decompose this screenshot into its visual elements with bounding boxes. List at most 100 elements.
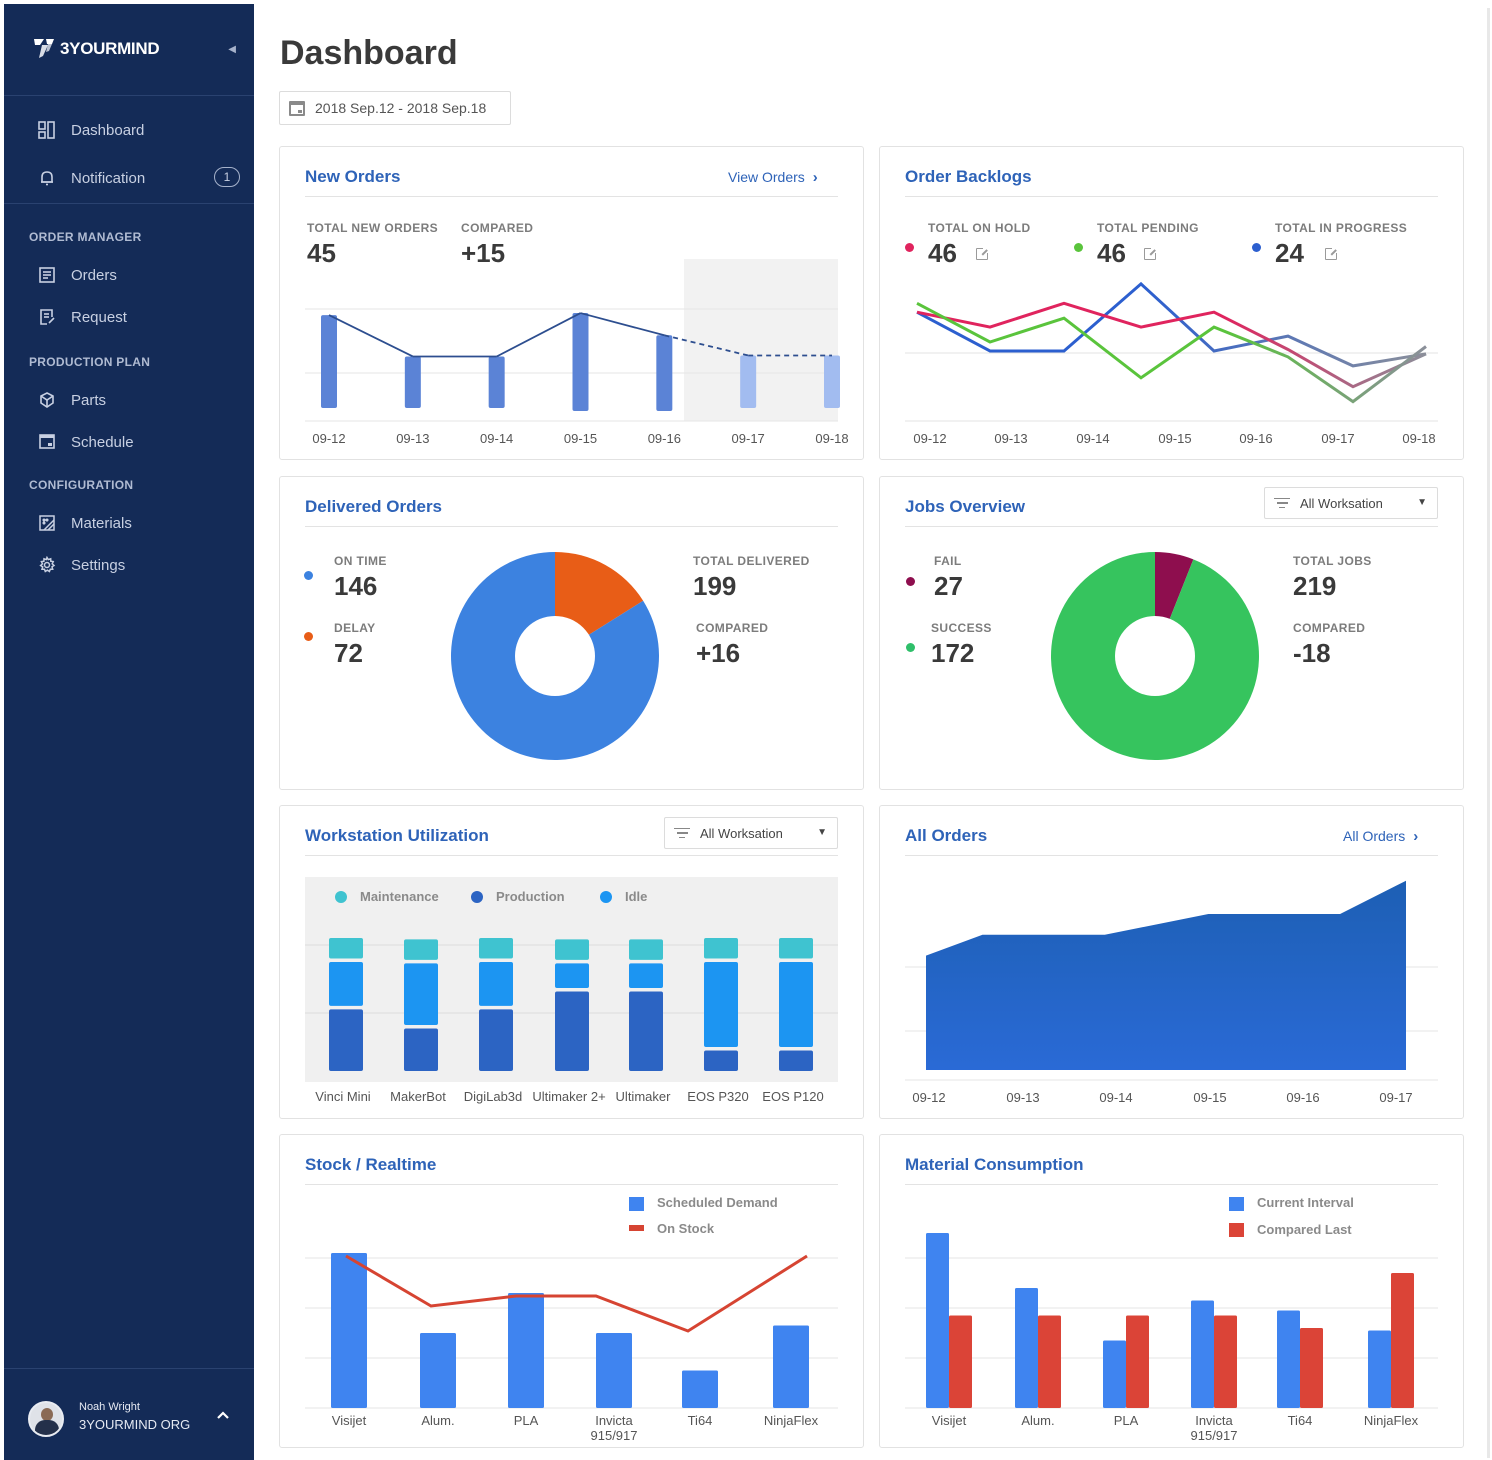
x-tick-label: EOS P120 — [762, 1089, 823, 1104]
x-tick-label: Alum. — [1021, 1413, 1054, 1428]
x-tick-label: 09-12 — [312, 431, 345, 446]
x-tick-label: Visijet — [932, 1413, 967, 1428]
sidebar-item-notification[interactable]: Notification 1 — [38, 166, 240, 190]
bar-current-interval — [1191, 1300, 1214, 1408]
x-tick-label: 09-17 — [732, 431, 765, 446]
sidebar-item-label: Notification — [71, 169, 146, 187]
bar-compared-last — [1391, 1273, 1414, 1408]
bar-compared-last — [1300, 1328, 1323, 1408]
workstation-chart: Maintenance Production Idle Vinci Mini Maker… — [305, 877, 838, 1104]
sidebar-item-request[interactable]: Request — [38, 305, 238, 329]
bar-segment-maintenance — [779, 937, 813, 959]
bell-icon — [38, 169, 56, 187]
bar-segment-production — [555, 991, 589, 1071]
gear-icon — [38, 555, 56, 574]
bar-segment-idle — [329, 962, 363, 1006]
bar-compared-last — [1214, 1315, 1237, 1408]
sidebar-item-label: Materials — [71, 514, 132, 532]
sidebar-item-settings[interactable]: Settings — [38, 553, 238, 577]
x-tick-label: Invicta — [1195, 1413, 1233, 1428]
donut-hole — [515, 616, 595, 696]
bar — [656, 335, 673, 411]
bar-current-interval — [1015, 1288, 1038, 1408]
legend-swatch — [629, 1225, 644, 1231]
card-jobs-overview: Jobs Overview All Worksation ▼ FAIL 27 S… — [879, 476, 1464, 790]
page-scrollbar[interactable] — [1487, 8, 1490, 1458]
x-tick-label: 09-16 — [1239, 431, 1272, 446]
date-range-picker[interactable]: 2018 Sep.12 - 2018 Sep.18 — [279, 91, 511, 125]
bar-segment-production — [329, 1009, 363, 1071]
legend-swatch — [1229, 1223, 1244, 1237]
brand-name: 3YOURMIND — [60, 39, 160, 58]
legend-swatch — [335, 891, 347, 903]
sidebar-item-label: Parts — [71, 391, 107, 409]
sidebar-item-parts[interactable]: Parts — [38, 388, 238, 412]
user-menu[interactable]: Noah Wright 3YOURMIND ORG — [4, 1368, 254, 1460]
bar-segment-maintenance — [629, 939, 663, 960]
x-tick-label: 09-17 — [1321, 431, 1354, 446]
x-tick-label: 09-13 — [994, 431, 1027, 446]
sidebar-item-schedule[interactable]: Schedule — [38, 430, 238, 454]
nav-top: Dashboard Notification 1 — [4, 96, 254, 204]
on-stock-line — [345, 1254, 808, 1333]
x-tick-label: 09-16 — [1286, 1090, 1319, 1105]
material-chart: Current Interval Compared Last Visijet Alum… — [905, 1195, 1438, 1443]
x-tick-label: EOS P320 — [687, 1089, 748, 1104]
legend-swatch — [629, 1197, 644, 1211]
jobs-overview-donut — [1050, 552, 1259, 760]
brand-logo[interactable]: 3YOURMIND — [32, 36, 160, 62]
legend-label: Maintenance — [360, 889, 439, 904]
trend-line-segment — [328, 314, 414, 358]
bar — [404, 356, 421, 408]
x-tick-label: 09-15 — [1158, 431, 1191, 446]
bar — [508, 1293, 544, 1408]
x-tick-label: 09-12 — [912, 1090, 945, 1105]
x-tick-label: DigiLab3d — [464, 1089, 523, 1104]
x-tick-label: 09-17 — [1379, 1090, 1412, 1105]
x-tick-label: NinjaFlex — [764, 1413, 819, 1428]
x-tick-label: MakerBot — [390, 1089, 446, 1104]
card-workstation-utilization: Workstation Utilization All Worksation ▼… — [279, 805, 864, 1119]
notification-count-badge: 1 — [214, 167, 240, 187]
sidebar-item-materials[interactable]: Materials — [38, 511, 238, 535]
sidebar-item-dashboard[interactable]: Dashboard — [38, 118, 238, 142]
bar-current-interval — [1277, 1310, 1300, 1408]
donut-hole — [1115, 616, 1195, 696]
x-tick-label: 09-18 — [815, 431, 848, 446]
date-range-value: 2018 Sep.12 - 2018 Sep.18 — [315, 100, 487, 116]
legend-label: Current Interval — [1257, 1195, 1354, 1210]
bar-compared-last — [1038, 1315, 1061, 1408]
order-backlogs-chart: 09-12 09-13 09-14 09-15 09-16 09-17 09-18 — [905, 281, 1438, 446]
sidebar-item-orders[interactable]: Orders — [38, 263, 238, 287]
legend-label: Compared Last — [1257, 1222, 1352, 1237]
x-tick-label: Ultimaker — [616, 1089, 672, 1104]
chevron-up-icon[interactable] — [216, 1407, 230, 1423]
materials-icon — [38, 514, 56, 532]
brand-header: 3YOURMIND ◀ — [4, 4, 254, 96]
x-tick-label: Alum. — [421, 1413, 454, 1428]
x-tick-label: 09-15 — [1193, 1090, 1226, 1105]
area-series — [926, 880, 1406, 1070]
bar-segment-production — [779, 1050, 813, 1071]
new-orders-chart: 09-12 09-13 09-14 09-15 09-16 09-17 09-18 — [305, 259, 849, 446]
x-tick-label: Visijet — [332, 1413, 367, 1428]
x-tick-label: 09-13 — [396, 431, 429, 446]
collapse-sidebar-icon[interactable]: ◀ — [228, 44, 236, 55]
bar-segment-maintenance — [555, 939, 589, 960]
logo-icon — [32, 36, 56, 62]
x-tick-label: 09-14 — [1076, 431, 1109, 446]
sidebar-item-label: Schedule — [71, 433, 134, 451]
bar — [420, 1333, 456, 1408]
bar-segment-idle — [704, 962, 738, 1047]
card-stock-realtime: Stock / Realtime Scheduled Demand On Stoc… — [279, 1134, 864, 1448]
bar — [682, 1370, 718, 1408]
bar-segment-maintenance — [704, 937, 738, 959]
delivered-orders-donut — [451, 552, 660, 760]
x-tick-label: PLA — [1114, 1413, 1139, 1428]
legend-swatch — [600, 891, 612, 903]
bar-current-interval — [1368, 1330, 1391, 1408]
legend-swatch — [1229, 1197, 1244, 1211]
bar-segment-maintenance — [404, 939, 438, 960]
x-tick-label: 09-18 — [1402, 431, 1435, 446]
x-tick-label: 09-15 — [564, 431, 597, 446]
